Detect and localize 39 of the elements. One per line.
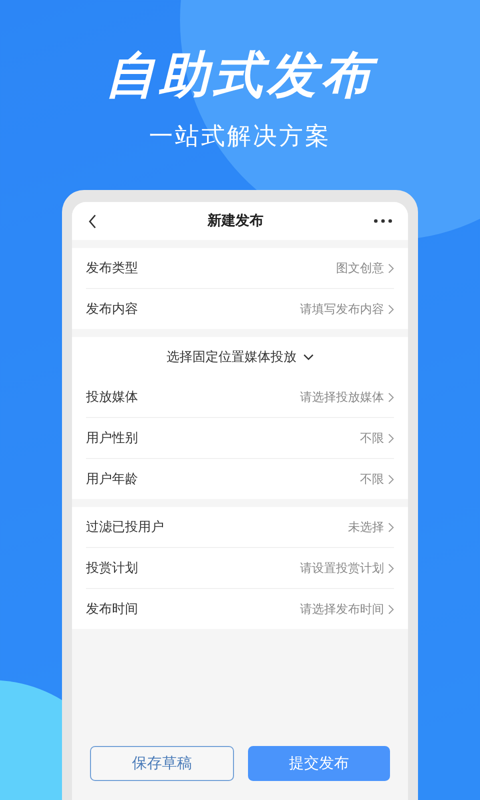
screen-title: 新建发布: [206, 212, 264, 230]
row-value: 不限: [360, 470, 384, 488]
form-row[interactable]: 用户性别 不限: [86, 418, 394, 459]
hero-subtitle: 一站式解决方案: [149, 121, 331, 152]
row-label: 发布内容: [86, 301, 139, 318]
row-label: 投放媒体: [86, 389, 139, 406]
form-row[interactable]: 发布时间 请选择发布时间: [86, 589, 394, 629]
row-value: 未选择: [348, 518, 384, 536]
row-label: 发布类型: [86, 260, 139, 277]
chevron-right-icon: [388, 432, 394, 444]
row-label: 发布时间: [86, 601, 139, 618]
row-value: 请选择投放媒体: [300, 388, 384, 406]
form-row[interactable]: 用户年龄 不限: [86, 459, 394, 499]
form-row[interactable]: 发布类型 图文创意: [86, 248, 394, 289]
action-button[interactable]: 保存草稿: [90, 746, 234, 781]
chevron-right-icon: [388, 474, 394, 484]
chevron-right-icon: [388, 604, 394, 614]
row-label: 投赏计划: [86, 560, 139, 577]
form-row[interactable]: 过滤已投用户 未选择: [86, 507, 394, 548]
row-label: 过滤已投用户: [86, 519, 165, 536]
row-value: 图文创意: [336, 260, 384, 276]
row-value: 请选择发布时间: [300, 600, 384, 618]
dropdown-toggle[interactable]: 选择固定位置媒体投放: [86, 337, 394, 377]
chevron-right-icon: [388, 562, 394, 574]
row-label: 用户年龄: [86, 471, 139, 488]
more-icon[interactable]: [374, 219, 392, 223]
form-row[interactable]: 投放媒体 请选择投放媒体: [86, 377, 394, 418]
form-row[interactable]: 发布内容 请填写发布内容: [86, 289, 394, 329]
chevron-right-icon: [388, 392, 394, 402]
chevron-right-icon: [388, 262, 394, 274]
chevron-right-icon: [388, 304, 394, 314]
back-icon[interactable]: [88, 214, 97, 228]
row-value: 请填写发布内容: [300, 300, 384, 318]
row-value: 不限: [360, 430, 384, 446]
chevron-right-icon: [388, 522, 394, 532]
chevron-down-icon: [302, 354, 314, 360]
row-label: 用户性别: [86, 430, 139, 447]
form-row[interactable]: 投赏计划 请设置投赏计划: [86, 548, 394, 589]
row-value: 请设置投赏计划: [300, 560, 384, 576]
